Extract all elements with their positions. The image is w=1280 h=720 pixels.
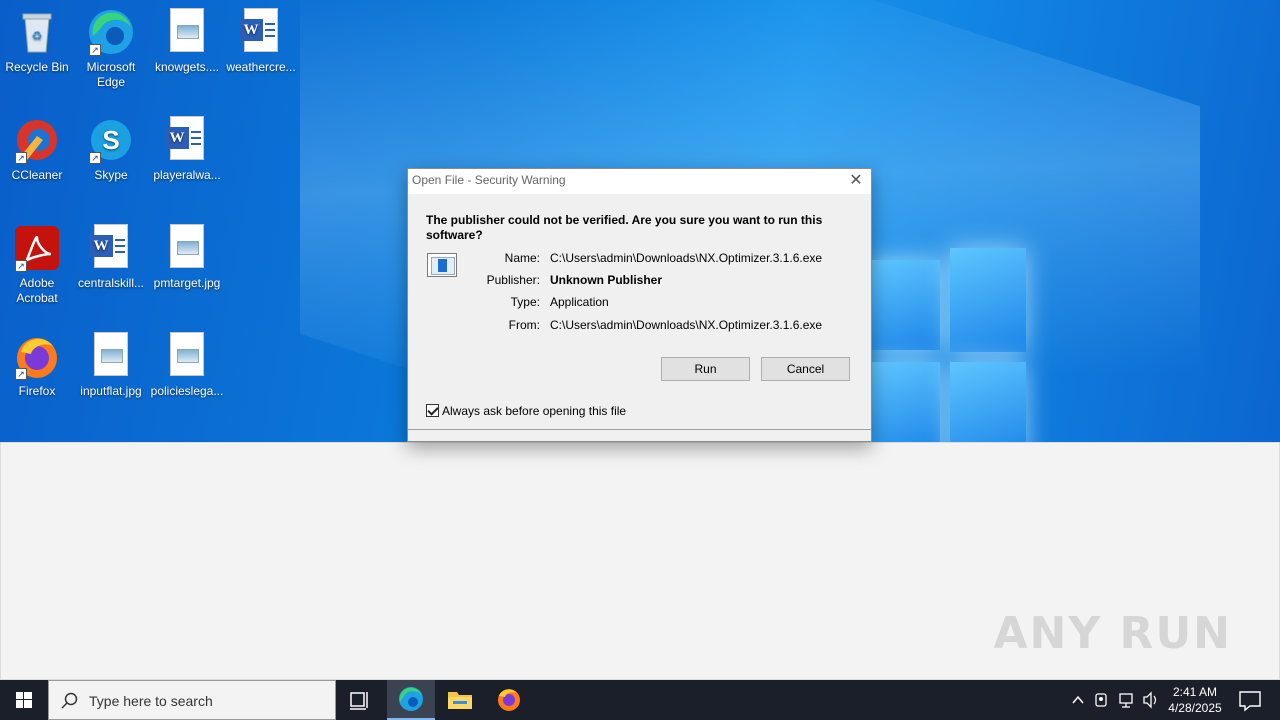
- desktop-icon-microsoft-edge[interactable]: ↗ Microsoft Edge: [74, 8, 148, 90]
- word-document-icon: W: [163, 116, 211, 164]
- notification-center-button[interactable]: [1226, 680, 1274, 720]
- dialog-titlebar[interactable]: Open File - Security Warning ✕: [408, 169, 871, 194]
- desktop-icon-pmtarget[interactable]: pmtarget.jpg: [150, 224, 224, 291]
- desktop-icon-firefox[interactable]: ↗ Firefox: [0, 332, 74, 399]
- svg-text:S: S: [102, 125, 119, 155]
- edge-icon: ↗: [87, 8, 135, 56]
- close-icon[interactable]: ✕: [845, 171, 867, 191]
- taskbar-search-box[interactable]: Type here to search: [48, 680, 336, 720]
- desktop-icon-label: Recycle Bin: [5, 60, 69, 74]
- desktop-icon-centralskill[interactable]: W centralskill...: [74, 224, 148, 291]
- image-file-icon: [163, 224, 211, 272]
- folder-icon: [448, 692, 472, 709]
- publisher-label: Publisher:: [486, 273, 540, 287]
- desktop-icon-label: Firefox: [18, 384, 56, 398]
- chevron-up-icon[interactable]: [1072, 695, 1084, 704]
- edge-icon: [399, 687, 423, 711]
- desktop-icon-ccleaner[interactable]: ↗ CCleaner: [0, 116, 74, 183]
- dialog-title: Open File - Security Warning: [412, 173, 566, 187]
- desktop-icon-label: policieslega...: [150, 384, 224, 398]
- type-value: Application: [550, 295, 609, 309]
- search-placeholder: Type here to search: [89, 693, 213, 709]
- taskbar: Type here to search 2:41 AM 4/28/2025: [0, 680, 1280, 720]
- desktop-icon-adobe-acrobat[interactable]: ↗ Adobe Acrobat: [0, 224, 74, 306]
- volume-icon[interactable]: [1143, 691, 1157, 709]
- ccleaner-icon: ↗: [13, 116, 61, 164]
- checkbox-checked-icon[interactable]: [426, 404, 439, 417]
- desktop-icon-skype[interactable]: S ↗ Skype: [74, 116, 148, 183]
- image-file-icon: [87, 332, 135, 380]
- desktop-icon-inputflat[interactable]: inputflat.jpg: [74, 332, 148, 399]
- name-label: Name:: [504, 251, 540, 265]
- cancel-button[interactable]: Cancel: [761, 357, 850, 381]
- clock-time: 2:41 AM: [1172, 685, 1218, 699]
- svg-text:♻: ♻: [32, 29, 43, 43]
- application-icon: [427, 253, 457, 277]
- network-icon[interactable]: [1119, 693, 1133, 708]
- taskbar-clock[interactable]: 2:41 AM 4/28/2025: [1164, 684, 1226, 716]
- desktop-icon-label: pmtarget.jpg: [153, 276, 221, 290]
- windows-logo-wallpaper: [860, 240, 1030, 442]
- firefox-icon: ↗: [13, 332, 61, 380]
- start-button[interactable]: [0, 680, 48, 720]
- recycle-bin-icon: ♻: [13, 8, 61, 56]
- publisher-value: Unknown Publisher: [550, 273, 663, 287]
- desktop-icon-weathercre[interactable]: W weathercre...: [224, 8, 298, 75]
- desktop-icon-label: CCleaner: [11, 168, 63, 182]
- desktop-icon-label: Skype: [94, 168, 128, 182]
- desktop-icon-label: playeralwa...: [153, 168, 221, 182]
- dialog-separator: [408, 429, 871, 430]
- type-label: Type:: [510, 295, 540, 309]
- desktop-icon-label: Adobe Acrobat: [16, 276, 58, 305]
- security-warning-dialog: Open File - Security Warning ✕ The publi…: [407, 168, 872, 442]
- desktop-icon-label: inputflat.jpg: [80, 384, 142, 398]
- dialog-headline: The publisher could not be verified. Are…: [426, 213, 823, 242]
- desktop-icon-knowgets[interactable]: knowgets....: [150, 8, 224, 75]
- image-file-icon: [163, 332, 211, 380]
- search-icon: [61, 692, 78, 709]
- notification-icon: [1239, 691, 1261, 712]
- desktop-icon-label: Microsoft Edge: [86, 60, 136, 89]
- always-ask-label: Always ask before opening this file: [442, 404, 627, 418]
- image-file-icon: [163, 8, 211, 56]
- word-document-icon: W: [87, 224, 135, 272]
- firefox-icon: [498, 689, 520, 711]
- name-value: C:\Users\admin\Downloads\NX.Optimizer.3.…: [550, 251, 823, 265]
- desktop-icon-recycle-bin[interactable]: ♻ Recycle Bin: [0, 8, 74, 75]
- skype-icon: S ↗: [87, 116, 135, 164]
- taskbar-firefox-button[interactable]: [485, 680, 533, 720]
- desktop-icon-policieslega[interactable]: policieslega...: [150, 332, 224, 399]
- taskbar-file-explorer-button[interactable]: [436, 680, 484, 720]
- meet-now-icon[interactable]: [1095, 693, 1107, 707]
- word-document-icon: W: [237, 8, 285, 56]
- system-tray: [1068, 680, 1164, 720]
- windows-start-icon: [16, 692, 32, 708]
- acrobat-icon: ↗: [13, 224, 61, 272]
- task-view-icon: [350, 692, 368, 710]
- desktop-icon-playeralwa[interactable]: W playeralwa...: [150, 116, 224, 183]
- from-value: C:\Users\admin\Downloads\NX.Optimizer.3.…: [550, 318, 823, 332]
- desktop-icon-label: centralskill...: [77, 276, 145, 290]
- always-ask-checkbox[interactable]: Always ask before opening this file: [426, 404, 626, 418]
- clock-date: 4/28/2025: [1168, 701, 1222, 715]
- taskbar-edge-button[interactable]: [387, 680, 435, 720]
- task-view-button[interactable]: [336, 680, 384, 720]
- desktop-icon-label: knowgets....: [154, 60, 220, 74]
- anyrun-watermark: ANY RUN: [993, 608, 1232, 659]
- run-button[interactable]: Run: [661, 357, 750, 381]
- from-label: From:: [508, 318, 540, 332]
- desktop-icon-label: weathercre...: [226, 60, 296, 74]
